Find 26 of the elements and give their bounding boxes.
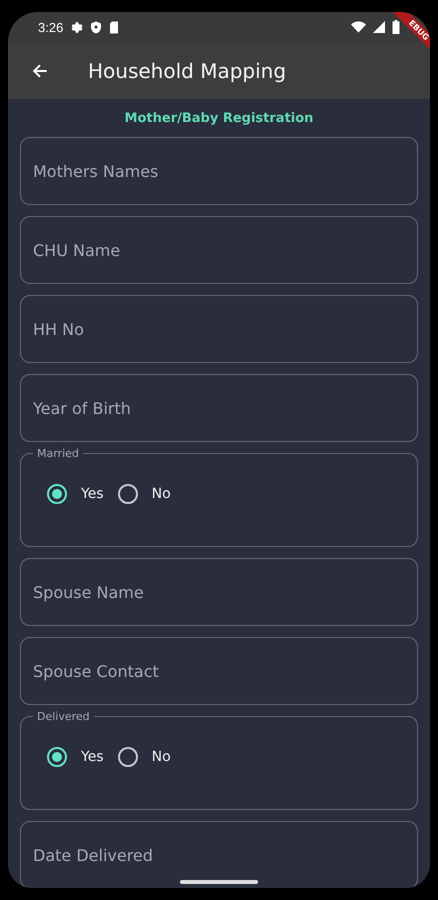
radio-button[interactable] xyxy=(47,747,67,767)
input-field[interactable]: Spouse Name xyxy=(20,558,418,626)
signal-icon xyxy=(373,21,385,33)
radio-label: No xyxy=(152,749,171,765)
radio-button[interactable] xyxy=(118,747,138,767)
sd-card-icon xyxy=(109,20,120,34)
input-field[interactable]: HH No xyxy=(20,295,418,363)
radio-label: Yes xyxy=(81,486,104,502)
input-field[interactable]: Mothers Names xyxy=(20,137,418,205)
radio-button[interactable] xyxy=(118,484,138,504)
section-title: Mother/Baby Registration xyxy=(124,111,314,126)
gear-icon xyxy=(70,20,84,34)
radio-label: No xyxy=(152,486,171,502)
input-field[interactable]: Spouse Contact xyxy=(20,637,418,705)
input-field[interactable]: Date Delivered xyxy=(20,821,418,888)
input-field[interactable]: Year of Birth xyxy=(20,374,418,442)
radio-button[interactable] xyxy=(47,484,67,504)
input-field[interactable]: CHU Name xyxy=(20,216,418,284)
group-label: Delivered xyxy=(36,710,91,723)
shield-icon xyxy=(90,20,102,34)
radio-label: Yes xyxy=(81,749,104,765)
status-time: 3:26 xyxy=(38,20,64,34)
battery-icon xyxy=(392,20,400,34)
group-label: Married xyxy=(36,447,80,460)
wifi-icon xyxy=(351,21,366,33)
app-bar-title: Household Mapping xyxy=(88,58,286,82)
